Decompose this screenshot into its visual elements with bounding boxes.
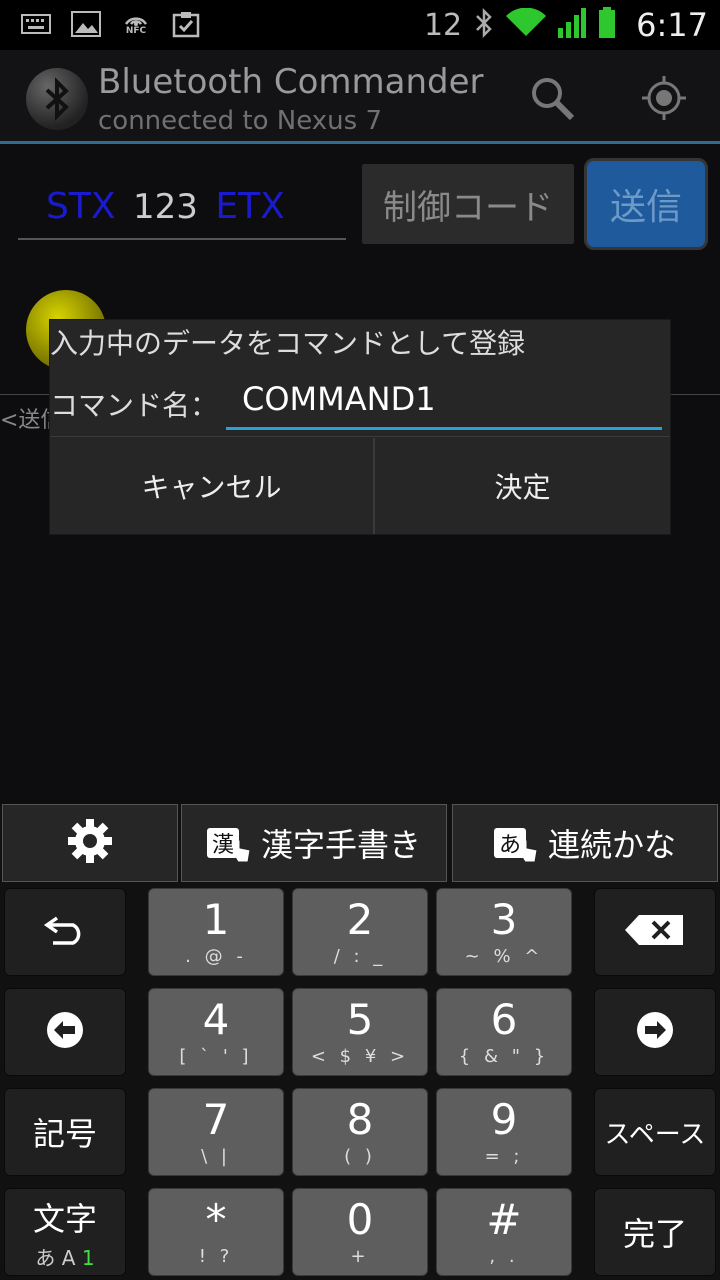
- clipboard-check-icon: [170, 8, 202, 40]
- status-bar: NFC 12 6:17: [0, 0, 720, 50]
- key-star-sub: ! ?: [198, 1245, 234, 1267]
- key-5[interactable]: 5 < $ ¥ >: [292, 988, 428, 1076]
- wifi-icon: [506, 7, 547, 42]
- key-hash[interactable]: # , .: [436, 1188, 572, 1276]
- key-star-label: *: [205, 1194, 227, 1244]
- key-2[interactable]: 2 / : _: [292, 888, 428, 976]
- nfc-label: NFC: [125, 26, 147, 36]
- backspace-icon: [625, 915, 685, 949]
- arrow-right-icon: [636, 1011, 674, 1053]
- handwriting-glyph-icon: 漢: [206, 828, 239, 858]
- kana-glyph-icon: あ: [493, 828, 526, 858]
- mode-number: 1: [81, 1245, 95, 1270]
- nfc-icon: NFC: [120, 8, 152, 40]
- locate-icon[interactable]: [640, 74, 688, 122]
- payload-text: 123: [132, 187, 198, 227]
- key-4[interactable]: 4 [ ` ' ]: [148, 988, 284, 1076]
- symbol-key[interactable]: 記号: [4, 1088, 126, 1176]
- cursor-right-key[interactable]: [594, 988, 716, 1076]
- bluetooth-icon[interactable]: [26, 68, 88, 130]
- key-5-sub: < $ ¥ >: [310, 1045, 410, 1067]
- space-key[interactable]: スペース: [594, 1088, 716, 1176]
- send-button[interactable]: 送信: [584, 158, 708, 250]
- key-8-sub: ( ): [344, 1145, 376, 1167]
- continuous-kana-button[interactable]: あ 連続かな: [452, 804, 718, 882]
- action-bar: Bluetooth Commander connected to Nexus 7: [0, 50, 720, 144]
- clock: 6:17: [636, 6, 708, 44]
- key-7-sub: \ |: [201, 1145, 231, 1167]
- dialog-title: 入力中のデータをコマンドとして登録: [50, 327, 526, 360]
- battery-icon: [598, 7, 616, 43]
- mode-alpha: A: [61, 1245, 76, 1270]
- etx-marker: ETX: [215, 186, 285, 227]
- done-key-label: 完了: [622, 1215, 687, 1253]
- key-2-sub: / : _: [333, 945, 387, 967]
- key-0-label: 0: [346, 1194, 374, 1244]
- handwriting-mode-button[interactable]: 漢 漢字手書き: [181, 804, 447, 882]
- key-0[interactable]: 0 +: [292, 1188, 428, 1276]
- arrow-left-icon: [46, 1011, 84, 1053]
- command-name-label: コマンド名：: [50, 389, 219, 422]
- continuous-kana-label: 連続かな: [547, 826, 676, 864]
- key-8-label: 8: [346, 1094, 374, 1144]
- command-name-input[interactable]: COMMAND1: [226, 374, 662, 430]
- key-8[interactable]: 8 ( ): [292, 1088, 428, 1176]
- keyboard-settings-button[interactable]: [2, 804, 178, 882]
- key-6[interactable]: 6 { & " }: [436, 988, 572, 1076]
- symbol-key-label: 記号: [32, 1115, 97, 1153]
- gear-icon: [66, 817, 114, 869]
- undo-key[interactable]: [4, 888, 126, 976]
- input-mode-options: あ A 1: [35, 1242, 94, 1271]
- search-icon[interactable]: [528, 74, 576, 122]
- key-3[interactable]: 3 ~ % ^: [436, 888, 572, 976]
- connection-status: connected to Nexus 7: [98, 106, 382, 136]
- key-9[interactable]: 9 = ;: [436, 1088, 572, 1176]
- register-command-dialog: 入力中のデータをコマンドとして登録 コマンド名： COMMAND1 キャンセル …: [50, 320, 670, 534]
- key-9-sub: = ;: [484, 1145, 524, 1167]
- key-0-sub: +: [350, 1245, 370, 1267]
- ok-button[interactable]: 決定: [375, 438, 670, 534]
- key-7[interactable]: 7 \ |: [148, 1088, 284, 1176]
- done-key[interactable]: 完了: [594, 1188, 716, 1276]
- bluetooth-icon: [474, 7, 494, 43]
- signal-number: 12: [423, 7, 463, 43]
- key-hash-sub: , .: [489, 1245, 519, 1267]
- key-4-sub: [ ` ' ]: [179, 1045, 253, 1067]
- key-6-label: 6: [490, 994, 518, 1044]
- app-title: Bluetooth Commander: [98, 62, 484, 102]
- input-mode-key[interactable]: 文字 あ A 1: [4, 1188, 126, 1276]
- key-3-label: 3: [490, 894, 518, 944]
- space-key-label: スペース: [604, 1119, 706, 1150]
- mode-hiragana: あ: [35, 1245, 56, 1270]
- handwriting-mode-label: 漢字手書き: [260, 826, 421, 864]
- key-1-sub: . @ -: [185, 945, 247, 967]
- cancel-button[interactable]: キャンセル: [50, 438, 373, 534]
- image-icon: [70, 8, 102, 40]
- key-star[interactable]: * ! ?: [148, 1188, 284, 1276]
- keyboard: 漢 漢字手書き あ 連続かな 1 . @ - 2 / : _ 3 ~ % ^ 4…: [0, 804, 720, 1280]
- data-input-field[interactable]: STX 123 ETX: [18, 180, 346, 240]
- key-4-label: 4: [202, 994, 230, 1044]
- input-mode-label: 文字: [32, 1199, 97, 1238]
- control-code-button[interactable]: 制御コード: [362, 164, 574, 244]
- key-1[interactable]: 1 . @ -: [148, 888, 284, 976]
- backspace-key[interactable]: [594, 888, 716, 976]
- key-1-label: 1: [202, 894, 230, 944]
- key-6-sub: { & " }: [458, 1045, 550, 1067]
- key-hash-label: #: [486, 1194, 522, 1244]
- key-7-label: 7: [202, 1094, 230, 1144]
- dialog-divider: [50, 436, 670, 437]
- key-9-label: 9: [490, 1094, 518, 1144]
- key-5-label: 5: [346, 994, 374, 1044]
- stx-marker: STX: [46, 186, 116, 227]
- keyboard-icon: [20, 8, 52, 40]
- key-2-label: 2: [346, 894, 374, 944]
- key-3-sub: ~ % ^: [464, 945, 544, 967]
- signal-icon: [558, 8, 587, 42]
- undo-icon: [43, 913, 87, 951]
- cursor-left-key[interactable]: [4, 988, 126, 1076]
